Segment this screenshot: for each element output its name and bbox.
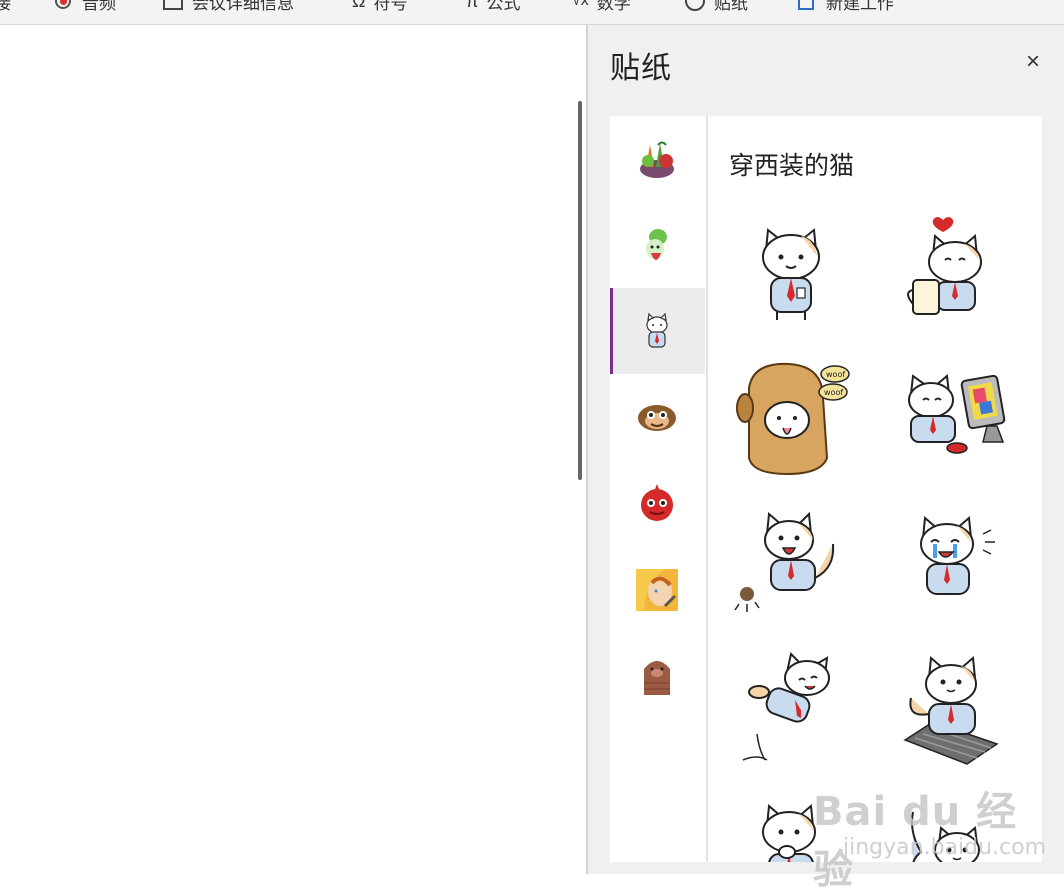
category-tab-radish[interactable]	[610, 202, 705, 288]
pi-icon: π	[466, 0, 479, 11]
vertical-scrollbar[interactable]	[578, 101, 582, 480]
close-button[interactable]: ×	[1020, 49, 1046, 75]
sticker-cat-standing[interactable]	[731, 212, 851, 332]
ribbon-toolbar: 接 音频 会议详细信息 Ω 符号 π 公式 √x 数学 贴纸 新建工作	[0, 0, 1064, 25]
sticker-pack-title: 穿西装的猫	[729, 152, 855, 180]
pane-title: 贴纸	[610, 52, 672, 85]
sticker-panel: 穿西装的猫 woof woof	[610, 116, 1042, 862]
sticker-cat-in-dog-costume[interactable]: woof woof	[731, 358, 851, 478]
veggie-sticker-icon	[640, 141, 674, 178]
category-tab-brown-creature[interactable]	[610, 632, 705, 718]
page-canvas[interactable]	[0, 25, 586, 874]
ribbon-label: 公式	[486, 0, 521, 13]
radish-sticker-icon	[646, 229, 667, 260]
sticker-cat-on-keyboard[interactable]	[891, 648, 1011, 768]
ribbon-label: 音频	[82, 0, 116, 13]
woof-text: woof	[826, 370, 845, 379]
woof-text: woof	[824, 388, 843, 397]
ribbon-label: 新建工作	[826, 0, 894, 13]
red-monster-sticker-icon	[641, 484, 673, 521]
ribbon-sticker-button[interactable]: 贴纸	[684, 0, 748, 16]
sticker-cat-crying[interactable]	[891, 504, 1011, 624]
cat-in-suit-sticker-icon	[646, 312, 668, 348]
ribbon-label: 接	[0, 0, 11, 14]
meeting-icon	[162, 0, 184, 12]
category-tab-cat-in-suit[interactable]	[610, 288, 705, 374]
ribbon-meeting-details-button[interactable]: 会议详细信息	[162, 0, 294, 16]
sticker-cat-peeking[interactable]	[891, 792, 1011, 862]
category-tab-red-monster[interactable]	[610, 460, 705, 546]
ribbon-label: 会议详细信息	[192, 0, 294, 13]
brown-creature-sticker-icon	[644, 661, 670, 695]
ribbon-item-cropped[interactable]: 接	[0, 0, 11, 16]
ribbon-audio-button[interactable]: 音频	[52, 0, 116, 16]
ribbon-equation-button[interactable]: π 公式	[466, 0, 520, 16]
sticker-icon	[684, 0, 706, 12]
category-tab-veggies[interactable]	[610, 116, 705, 202]
monkey-sticker-icon	[638, 405, 676, 431]
stickers-pane: 贴纸 × 穿西装的猫 woof woof Bai du 经验 jingyan.b…	[588, 25, 1064, 893]
sticker-cat-jumping[interactable]	[731, 648, 851, 768]
ribbon-math-button[interactable]: √x 数学	[572, 0, 631, 16]
sticker-cat-thinking[interactable]	[731, 792, 851, 862]
task-icon	[796, 0, 818, 12]
omega-icon: Ω	[352, 0, 366, 11]
ribbon-label: 贴纸	[714, 0, 748, 13]
sticker-category-rail	[610, 116, 708, 862]
sticker-cat-at-computer[interactable]	[891, 358, 1011, 478]
math-icon: √x	[572, 0, 589, 9]
ribbon-new-task-button[interactable]: 新建工作	[796, 0, 894, 16]
category-tab-monkey[interactable]	[610, 374, 705, 460]
ribbon-label: 符号	[373, 0, 408, 13]
sticker-cat-with-coffee-heart[interactable]	[891, 212, 1011, 332]
category-tab-comic-woman[interactable]	[610, 546, 705, 632]
sticker-grid-area: 穿西装的猫 woof woof	[708, 116, 1042, 862]
ribbon-label: 数学	[596, 0, 631, 13]
comic-woman-sticker-icon	[636, 569, 678, 611]
sticker-cat-kicking[interactable]	[731, 504, 851, 624]
record-icon	[52, 0, 74, 12]
ribbon-symbol-button[interactable]: Ω 符号	[352, 0, 407, 16]
